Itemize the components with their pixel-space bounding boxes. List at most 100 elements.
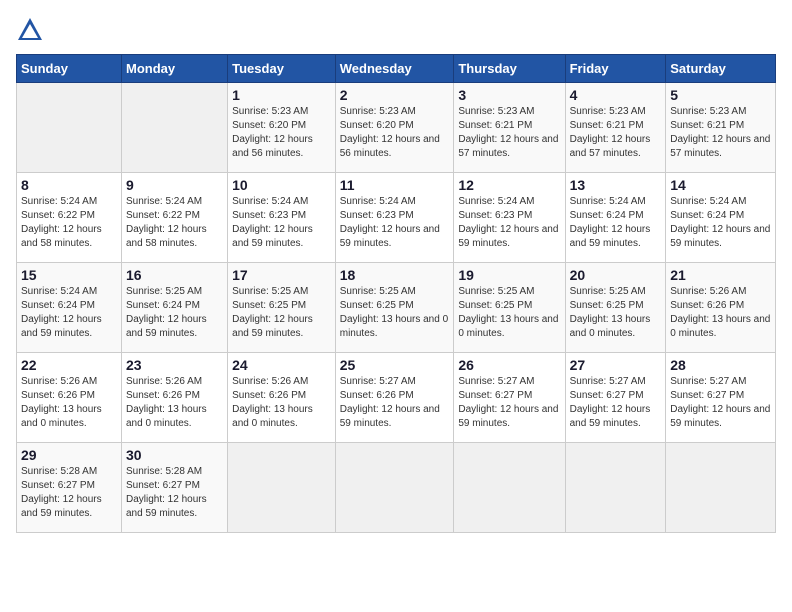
- day-info: Sunrise: 5:25 AMSunset: 6:24 PMDaylight:…: [126, 286, 207, 339]
- day-number: 20: [570, 267, 662, 283]
- calendar-cell: 28 Sunrise: 5:27 AMSunset: 6:27 PMDaylig…: [666, 353, 776, 443]
- day-info: Sunrise: 5:23 AMSunset: 6:20 PMDaylight:…: [232, 106, 313, 159]
- calendar-cell: 22 Sunrise: 5:26 AMSunset: 6:26 PMDaylig…: [17, 353, 122, 443]
- day-number: 30: [126, 447, 223, 463]
- calendar-cell: [121, 83, 227, 173]
- page-header: [16, 16, 776, 44]
- day-info: Sunrise: 5:23 AMSunset: 6:20 PMDaylight:…: [340, 106, 440, 159]
- calendar-week-row: 1 Sunrise: 5:23 AMSunset: 6:20 PMDayligh…: [17, 83, 776, 173]
- day-info: Sunrise: 5:23 AMSunset: 6:21 PMDaylight:…: [670, 106, 770, 159]
- calendar-cell: 4 Sunrise: 5:23 AMSunset: 6:21 PMDayligh…: [565, 83, 666, 173]
- calendar-cell: 19 Sunrise: 5:25 AMSunset: 6:25 PMDaylig…: [454, 263, 565, 353]
- calendar-cell: 8 Sunrise: 5:24 AMSunset: 6:22 PMDayligh…: [17, 173, 122, 263]
- calendar-cell: 14 Sunrise: 5:24 AMSunset: 6:24 PMDaylig…: [666, 173, 776, 263]
- day-info: Sunrise: 5:27 AMSunset: 6:27 PMDaylight:…: [570, 376, 651, 429]
- day-info: Sunrise: 5:24 AMSunset: 6:23 PMDaylight:…: [340, 196, 440, 249]
- day-number: 13: [570, 177, 662, 193]
- day-number: 23: [126, 357, 223, 373]
- calendar-cell: 26 Sunrise: 5:27 AMSunset: 6:27 PMDaylig…: [454, 353, 565, 443]
- day-number: 8: [21, 177, 117, 193]
- day-number: 22: [21, 357, 117, 373]
- calendar-cell: [335, 443, 454, 533]
- day-info: Sunrise: 5:24 AMSunset: 6:24 PMDaylight:…: [670, 196, 770, 249]
- day-number: 12: [458, 177, 560, 193]
- weekday-header: Friday: [565, 55, 666, 83]
- calendar-week-row: 22 Sunrise: 5:26 AMSunset: 6:26 PMDaylig…: [17, 353, 776, 443]
- calendar-cell: 24 Sunrise: 5:26 AMSunset: 6:26 PMDaylig…: [228, 353, 336, 443]
- calendar-cell: 2 Sunrise: 5:23 AMSunset: 6:20 PMDayligh…: [335, 83, 454, 173]
- calendar-cell: [228, 443, 336, 533]
- day-info: Sunrise: 5:24 AMSunset: 6:24 PMDaylight:…: [570, 196, 651, 249]
- day-info: Sunrise: 5:26 AMSunset: 6:26 PMDaylight:…: [232, 376, 313, 429]
- day-number: 14: [670, 177, 771, 193]
- weekday-header: Sunday: [17, 55, 122, 83]
- day-number: 21: [670, 267, 771, 283]
- calendar-cell: 16 Sunrise: 5:25 AMSunset: 6:24 PMDaylig…: [121, 263, 227, 353]
- calendar-cell: [666, 443, 776, 533]
- day-number: 11: [340, 177, 450, 193]
- calendar-week-row: 29 Sunrise: 5:28 AMSunset: 6:27 PMDaylig…: [17, 443, 776, 533]
- calendar-week-row: 8 Sunrise: 5:24 AMSunset: 6:22 PMDayligh…: [17, 173, 776, 263]
- weekday-header: Thursday: [454, 55, 565, 83]
- calendar-cell: 1 Sunrise: 5:23 AMSunset: 6:20 PMDayligh…: [228, 83, 336, 173]
- calendar-cell: 23 Sunrise: 5:26 AMSunset: 6:26 PMDaylig…: [121, 353, 227, 443]
- calendar-cell: [565, 443, 666, 533]
- day-info: Sunrise: 5:23 AMSunset: 6:21 PMDaylight:…: [570, 106, 651, 159]
- day-info: Sunrise: 5:27 AMSunset: 6:27 PMDaylight:…: [670, 376, 770, 429]
- day-number: 1: [232, 87, 331, 103]
- day-number: 10: [232, 177, 331, 193]
- day-info: Sunrise: 5:25 AMSunset: 6:25 PMDaylight:…: [458, 286, 558, 339]
- calendar-cell: 9 Sunrise: 5:24 AMSunset: 6:22 PMDayligh…: [121, 173, 227, 263]
- day-number: 25: [340, 357, 450, 373]
- weekday-header: Saturday: [666, 55, 776, 83]
- calendar-cell: 15 Sunrise: 5:24 AMSunset: 6:24 PMDaylig…: [17, 263, 122, 353]
- calendar-cell: 3 Sunrise: 5:23 AMSunset: 6:21 PMDayligh…: [454, 83, 565, 173]
- day-info: Sunrise: 5:25 AMSunset: 6:25 PMDaylight:…: [570, 286, 651, 339]
- day-number: 2: [340, 87, 450, 103]
- day-number: 27: [570, 357, 662, 373]
- day-info: Sunrise: 5:25 AMSunset: 6:25 PMDaylight:…: [232, 286, 313, 339]
- day-number: 9: [126, 177, 223, 193]
- day-info: Sunrise: 5:24 AMSunset: 6:23 PMDaylight:…: [458, 196, 558, 249]
- calendar-cell: 17 Sunrise: 5:25 AMSunset: 6:25 PMDaylig…: [228, 263, 336, 353]
- weekday-header: Tuesday: [228, 55, 336, 83]
- day-info: Sunrise: 5:25 AMSunset: 6:25 PMDaylight:…: [340, 286, 448, 339]
- calendar-cell: 21 Sunrise: 5:26 AMSunset: 6:26 PMDaylig…: [666, 263, 776, 353]
- calendar-cell: 10 Sunrise: 5:24 AMSunset: 6:23 PMDaylig…: [228, 173, 336, 263]
- weekday-header-row: SundayMondayTuesdayWednesdayThursdayFrid…: [17, 55, 776, 83]
- weekday-header: Wednesday: [335, 55, 454, 83]
- day-info: Sunrise: 5:23 AMSunset: 6:21 PMDaylight:…: [458, 106, 558, 159]
- day-number: 26: [458, 357, 560, 373]
- day-info: Sunrise: 5:26 AMSunset: 6:26 PMDaylight:…: [21, 376, 102, 429]
- day-info: Sunrise: 5:24 AMSunset: 6:22 PMDaylight:…: [21, 196, 102, 249]
- day-info: Sunrise: 5:28 AMSunset: 6:27 PMDaylight:…: [126, 466, 207, 519]
- day-number: 18: [340, 267, 450, 283]
- day-number: 15: [21, 267, 117, 283]
- day-info: Sunrise: 5:24 AMSunset: 6:22 PMDaylight:…: [126, 196, 207, 249]
- day-info: Sunrise: 5:24 AMSunset: 6:23 PMDaylight:…: [232, 196, 313, 249]
- day-info: Sunrise: 5:28 AMSunset: 6:27 PMDaylight:…: [21, 466, 102, 519]
- day-info: Sunrise: 5:26 AMSunset: 6:26 PMDaylight:…: [670, 286, 770, 339]
- calendar-week-row: 15 Sunrise: 5:24 AMSunset: 6:24 PMDaylig…: [17, 263, 776, 353]
- day-info: Sunrise: 5:27 AMSunset: 6:27 PMDaylight:…: [458, 376, 558, 429]
- day-number: 17: [232, 267, 331, 283]
- calendar-table: SundayMondayTuesdayWednesdayThursdayFrid…: [16, 54, 776, 533]
- day-info: Sunrise: 5:27 AMSunset: 6:26 PMDaylight:…: [340, 376, 440, 429]
- logo: [16, 16, 48, 44]
- calendar-cell: 5 Sunrise: 5:23 AMSunset: 6:21 PMDayligh…: [666, 83, 776, 173]
- logo-icon: [16, 16, 44, 44]
- day-number: 3: [458, 87, 560, 103]
- calendar-cell: 30 Sunrise: 5:28 AMSunset: 6:27 PMDaylig…: [121, 443, 227, 533]
- calendar-cell: 27 Sunrise: 5:27 AMSunset: 6:27 PMDaylig…: [565, 353, 666, 443]
- day-number: 19: [458, 267, 560, 283]
- calendar-cell: 12 Sunrise: 5:24 AMSunset: 6:23 PMDaylig…: [454, 173, 565, 263]
- day-info: Sunrise: 5:24 AMSunset: 6:24 PMDaylight:…: [21, 286, 102, 339]
- day-number: 24: [232, 357, 331, 373]
- day-number: 29: [21, 447, 117, 463]
- calendar-cell: [454, 443, 565, 533]
- calendar-cell: 18 Sunrise: 5:25 AMSunset: 6:25 PMDaylig…: [335, 263, 454, 353]
- calendar-cell: [17, 83, 122, 173]
- day-number: 16: [126, 267, 223, 283]
- calendar-cell: 11 Sunrise: 5:24 AMSunset: 6:23 PMDaylig…: [335, 173, 454, 263]
- day-number: 4: [570, 87, 662, 103]
